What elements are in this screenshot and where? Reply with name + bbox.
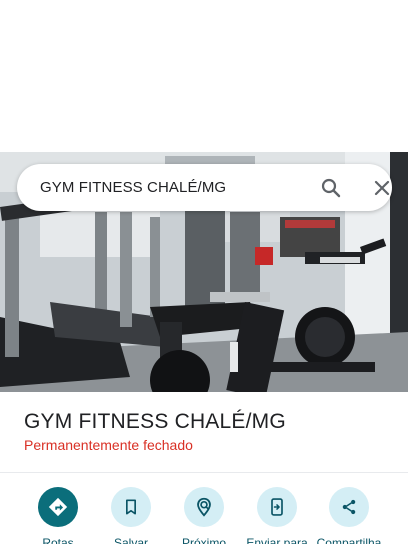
- send-to-phone-icon[interactable]: [257, 487, 297, 527]
- directions-button[interactable]: Rotas: [18, 487, 98, 544]
- search-bar[interactable]: GYM FITNESS CHALÉ/MG: [17, 164, 392, 211]
- nearby-icon[interactable]: [184, 487, 224, 527]
- save-button[interactable]: Salvar: [91, 487, 171, 544]
- send-to-phone-button[interactable]: Enviar para: [237, 487, 317, 544]
- divider: [0, 472, 408, 473]
- search-query[interactable]: GYM FITNESS CHALÉ/MG: [40, 179, 226, 196]
- search-icon[interactable]: [319, 176, 343, 200]
- directions-label: Rotas: [42, 536, 74, 544]
- share-icon[interactable]: [329, 487, 369, 527]
- place-status: Permanentemente fechado: [24, 437, 193, 453]
- directions-icon[interactable]: [38, 487, 78, 527]
- nearby-label: Próximo: [181, 536, 226, 544]
- bookmark-icon[interactable]: [111, 487, 151, 527]
- place-title: GYM FITNESS CHALÉ/MG: [24, 410, 286, 433]
- save-label: Salvar: [113, 536, 148, 544]
- share-button[interactable]: Compartilha: [309, 487, 389, 544]
- share-label: Compartilha: [316, 536, 382, 544]
- send-to-phone-label: Enviar para: [246, 536, 308, 544]
- close-icon[interactable]: [370, 176, 394, 200]
- nearby-button[interactable]: Próximo: [164, 487, 244, 544]
- place-page: GYM FITNESS CHALÉ/MG GYM FITNESS CHALÉ/M…: [0, 0, 408, 544]
